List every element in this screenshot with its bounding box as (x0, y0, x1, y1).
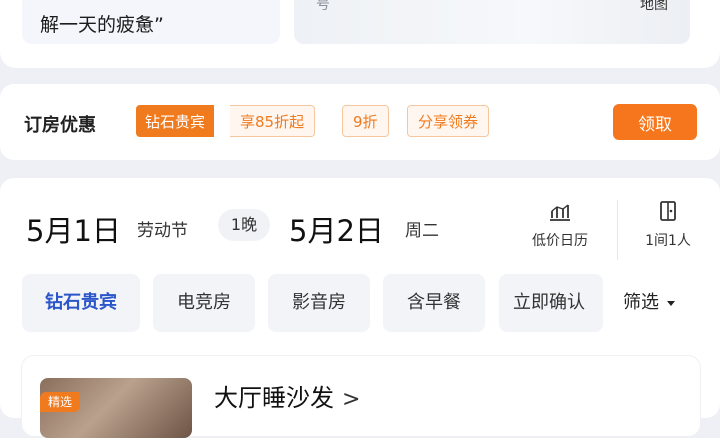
room-name-text: 大厅睡沙发 (214, 384, 334, 412)
caret-down-icon (667, 300, 675, 306)
discount-title: 订房优惠 (24, 115, 96, 136)
filter-chip-diamond-vip[interactable]: 钻石贵宾 (22, 274, 140, 332)
calendar-label: 低价日历 (532, 233, 588, 249)
filter-chip-av-room[interactable]: 影音房 (268, 274, 370, 332)
checkin-date[interactable]: 5月1日 (26, 208, 121, 250)
hotel-info-card: 解一天的疲惫” 号 地图 (0, 0, 720, 68)
checkin-holiday: 劳动节 (137, 221, 188, 241)
filter-button[interactable]: 筛选 (605, 274, 720, 332)
door-icon (660, 201, 676, 221)
vertical-divider (617, 200, 618, 260)
room-card[interactable]: 精选 大厅睡沙发 > (22, 356, 700, 438)
claim-button[interactable]: 领取 (613, 104, 697, 140)
room-thumb-badge: 精选 (40, 392, 81, 412)
checkout-weekday: 周二 (405, 221, 439, 241)
location-map-preview[interactable]: 号 地图 (294, 0, 690, 44)
filter-chip-breakfast[interactable]: 含早餐 (383, 274, 485, 332)
map-link-label: 地图 (640, 0, 668, 13)
filter-label: 筛选 (623, 292, 659, 313)
share-coupon-tag: 分享领券 (407, 105, 490, 137)
room-name[interactable]: 大厅睡沙发 > (214, 378, 360, 413)
discount-9-tag: 9折 (342, 105, 389, 137)
chevron-right-icon: > (342, 387, 361, 412)
date-selection-card: 5月1日 劳动节 1晚 5月2日 周二 低价日历 1间1人 钻石贵宾 电竞房 影… (0, 178, 720, 438)
room-guest-button[interactable]: 1间1人 (628, 200, 708, 250)
discount-85-tag: 享85折起 (230, 105, 316, 137)
filter-chip-esports-room[interactable]: 电竞房 (153, 274, 255, 332)
room-guest-label: 1间1人 (645, 233, 691, 249)
nights-count-badge: 1晚 (218, 209, 270, 241)
calendar-chart-icon (550, 204, 570, 221)
filter-chip-instant-confirm[interactable]: 立即确认 (499, 274, 603, 332)
diamond-vip-tag: 钻石贵宾 (136, 105, 215, 137)
review-snippet[interactable]: 解一天的疲惫” (22, 0, 280, 44)
review-text: 解一天的疲惫” (40, 14, 164, 36)
room-thumbnail[interactable]: 精选 (40, 378, 192, 438)
low-price-calendar-button[interactable]: 低价日历 (516, 200, 604, 250)
map-preview-text-left: 号 (316, 0, 330, 13)
booking-discount-card: 订房优惠 钻石贵宾 享85折起 9折 分享领券 领取 (0, 84, 720, 160)
checkout-date[interactable]: 5月2日 (289, 208, 384, 250)
